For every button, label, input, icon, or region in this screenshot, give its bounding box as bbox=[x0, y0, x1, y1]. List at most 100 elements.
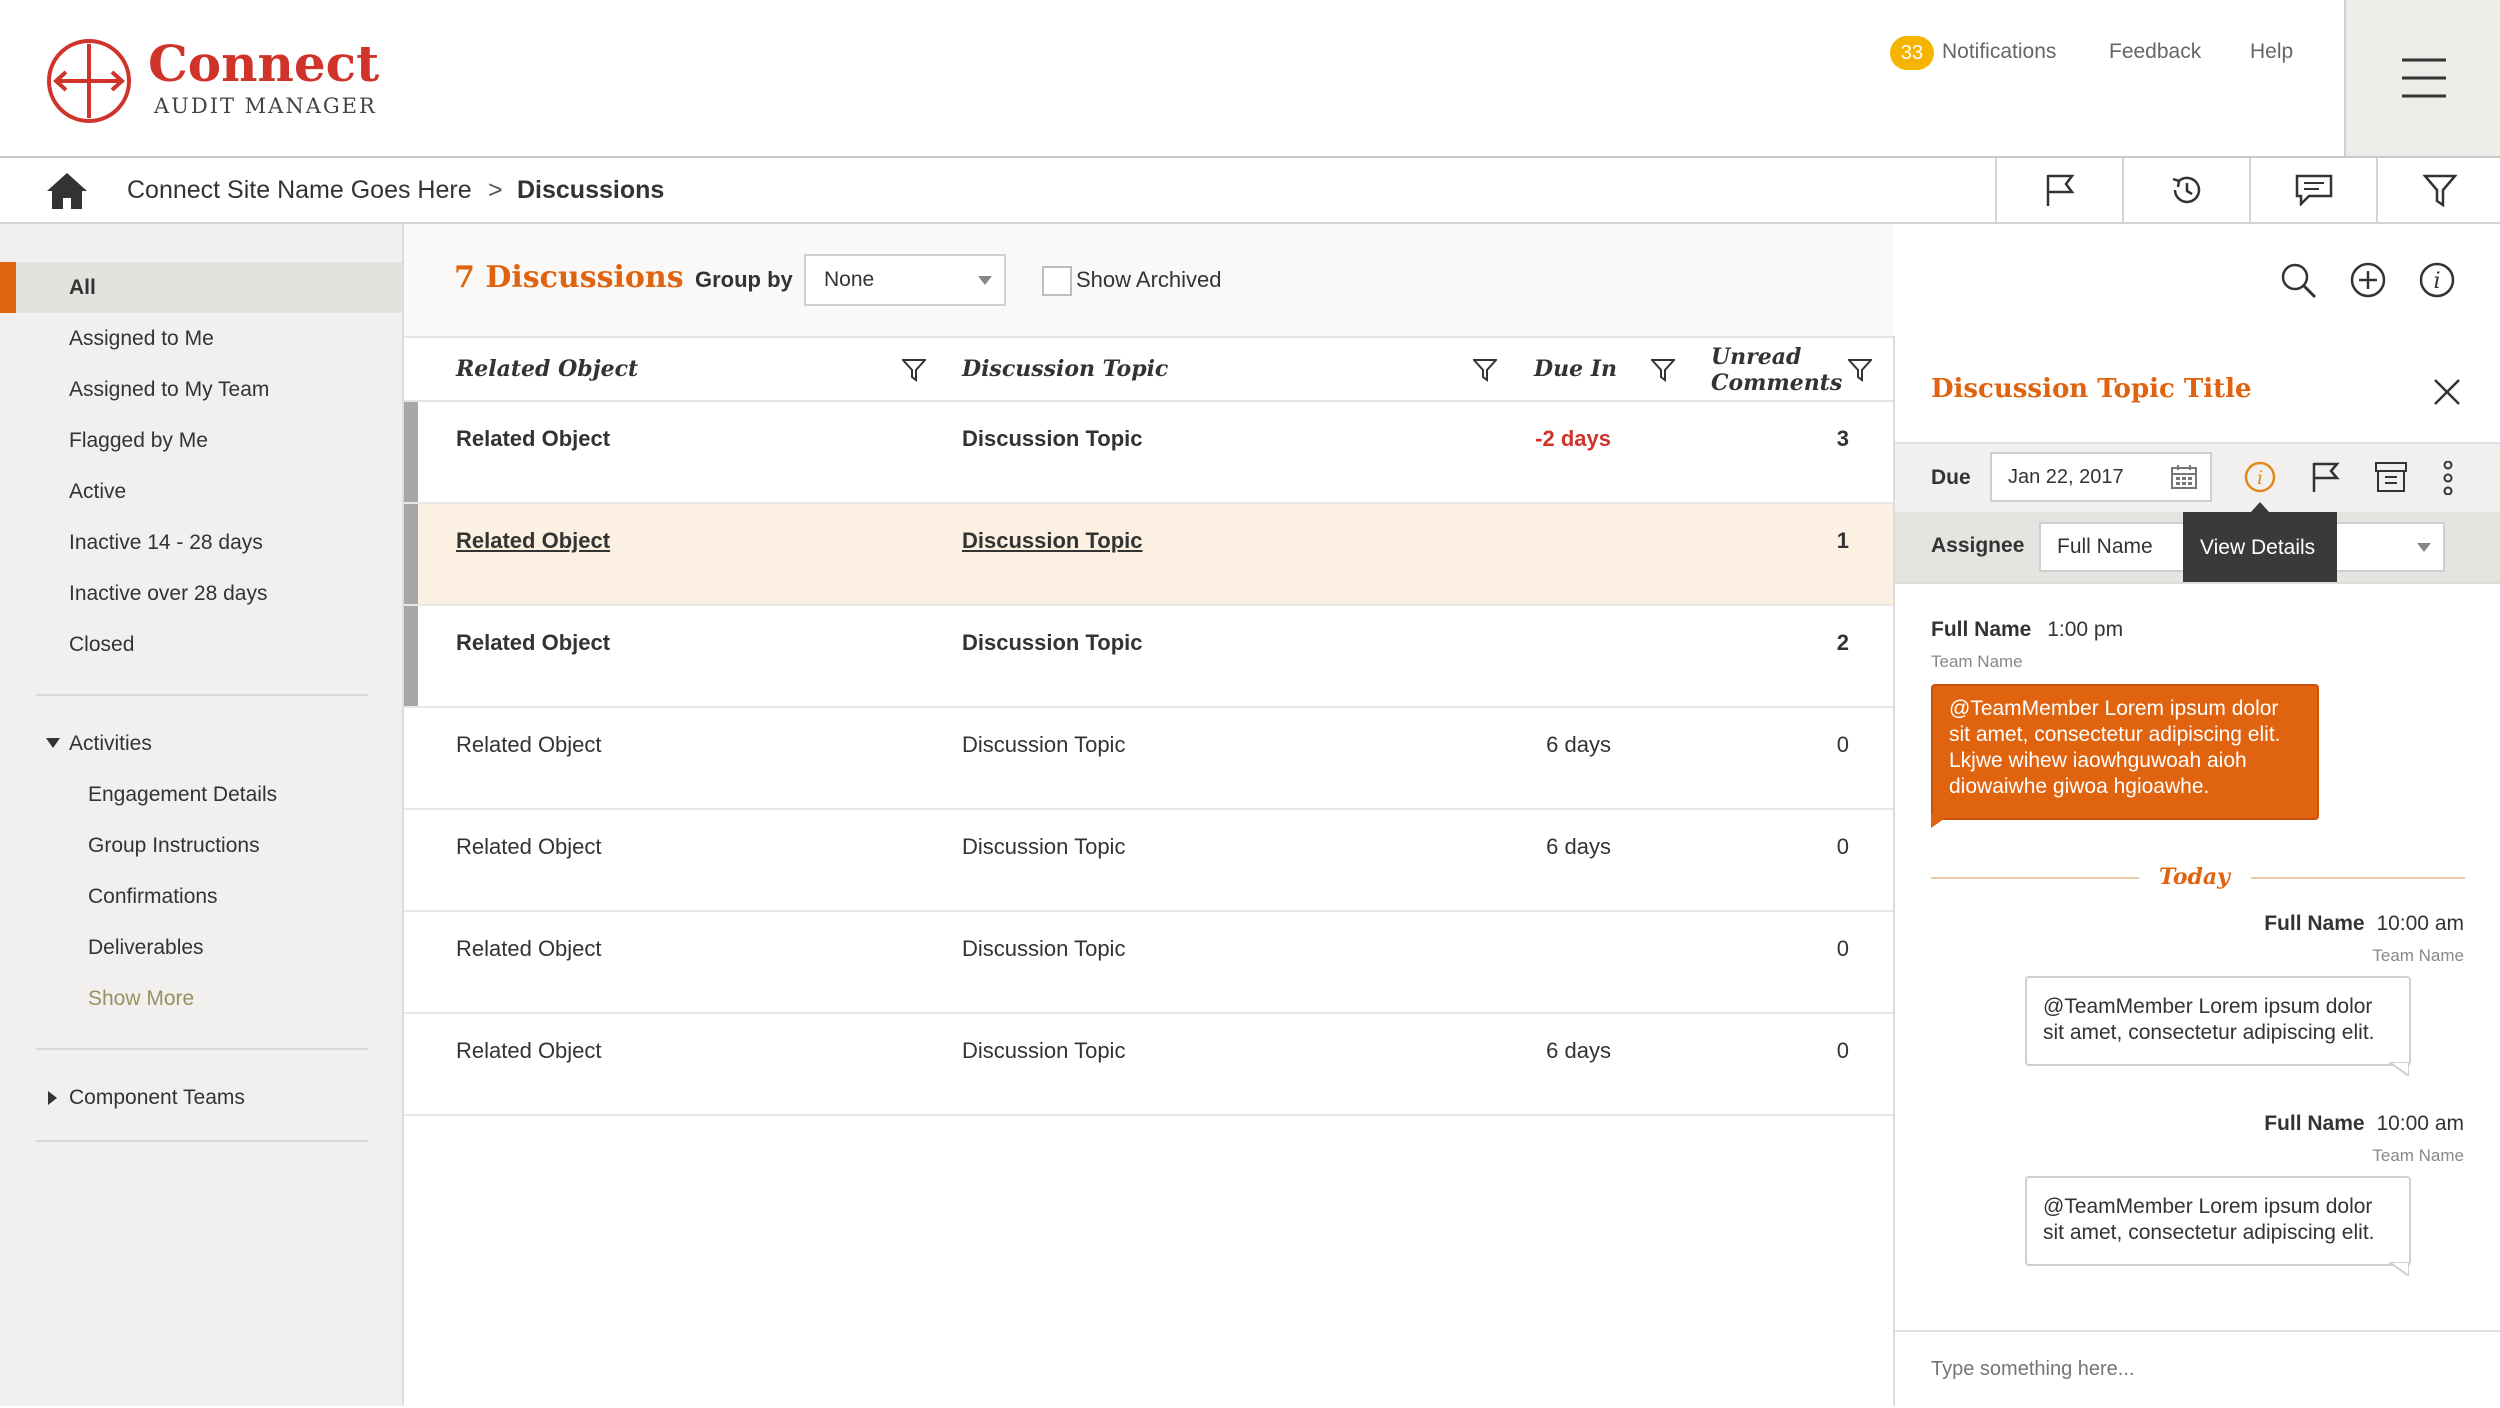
filter-icon bbox=[1473, 359, 1497, 382]
sidebar-item-confirmations[interactable]: Confirmations bbox=[0, 871, 402, 922]
logo[interactable]: Connect AUDIT MANAGER bbox=[148, 34, 379, 118]
notifications-count-badge[interactable]: 33 bbox=[1890, 36, 1934, 70]
history-button[interactable] bbox=[2122, 158, 2250, 222]
sidebar-item-label: Closed bbox=[69, 633, 135, 656]
due-date-input[interactable]: Jan 22, 2017 bbox=[1990, 452, 2212, 502]
hamburger-menu-button[interactable] bbox=[2344, 0, 2500, 156]
sidebar-item-inactive-over-28[interactable]: Inactive over 28 days bbox=[0, 568, 402, 619]
unread-count-cell: 0 bbox=[1836, 1038, 1849, 1063]
author-team: Team Name bbox=[1931, 652, 2023, 671]
sidebar-group-activities[interactable]: Activities bbox=[0, 718, 402, 769]
flag-icon bbox=[2046, 174, 2075, 206]
author-team: Team Name bbox=[2372, 946, 2464, 965]
sidebar-item-label: Group Instructions bbox=[88, 834, 260, 857]
table-row[interactable]: Related Object Discussion Topic 6 days 0 bbox=[404, 708, 1893, 810]
calendar-icon[interactable] bbox=[2170, 464, 2198, 490]
date-divider-line bbox=[1931, 877, 2139, 879]
logo-icon[interactable] bbox=[44, 36, 134, 126]
comments-button[interactable] bbox=[2249, 158, 2377, 222]
filter-icon bbox=[1651, 359, 1675, 382]
show-archived-checkbox[interactable] bbox=[1042, 266, 1072, 296]
column-header-discussion-topic[interactable]: Discussion Topic bbox=[962, 356, 1168, 382]
sidebar-item-label: Deliverables bbox=[88, 936, 204, 959]
sidebar-item-active[interactable]: Active bbox=[0, 466, 402, 517]
view-details-tooltip: View Details bbox=[2183, 502, 2337, 582]
sidebar-divider bbox=[36, 694, 368, 696]
view-details-button[interactable]: i bbox=[2243, 460, 2277, 494]
sidebar-item-assigned-to-my-team[interactable]: Assigned to My Team bbox=[0, 364, 402, 415]
breadcrumb-site-link[interactable]: Connect Site Name Goes Here bbox=[127, 176, 472, 205]
filter-icon bbox=[2423, 174, 2457, 207]
sidebar-item-flagged-by-me[interactable]: Flagged by Me bbox=[0, 415, 402, 466]
table-row[interactable]: Related Object Discussion Topic 2 bbox=[404, 606, 1893, 708]
discussion-topic-cell[interactable]: Discussion Topic bbox=[962, 732, 1125, 758]
hamburger-icon bbox=[2402, 58, 2446, 98]
related-object-cell[interactable]: Related Object bbox=[456, 732, 602, 758]
svg-text:i: i bbox=[2257, 467, 2263, 489]
discussion-topic-cell[interactable]: Discussion Topic bbox=[962, 528, 1143, 554]
close-panel-button[interactable] bbox=[2433, 378, 2461, 406]
table-row[interactable]: Related Object Discussion Topic 6 days 0 bbox=[404, 810, 1893, 912]
search-button[interactable] bbox=[2280, 262, 2318, 300]
add-discussion-button[interactable] bbox=[2349, 261, 2387, 299]
home-icon[interactable] bbox=[46, 172, 88, 210]
discussion-topic-cell[interactable]: Discussion Topic bbox=[962, 936, 1125, 962]
app-header: Connect AUDIT MANAGER 33 Notifications F… bbox=[0, 0, 2500, 158]
flag-button[interactable] bbox=[2311, 461, 2341, 493]
related-object-cell[interactable]: Related Object bbox=[456, 528, 610, 554]
related-object-cell[interactable]: Related Object bbox=[456, 1038, 602, 1064]
column-header-due-in[interactable]: Due In bbox=[1534, 356, 1617, 382]
notifications-link[interactable]: Notifications bbox=[1942, 40, 2056, 64]
info-button[interactable]: i bbox=[2418, 261, 2456, 299]
sidebar-group-component-teams[interactable]: Component Teams bbox=[0, 1072, 402, 1123]
due-in-cell: 6 days bbox=[1546, 834, 1611, 859]
close-icon bbox=[2434, 379, 2460, 405]
sidebar-item-group-instructions[interactable]: Group Instructions bbox=[0, 820, 402, 871]
unread-count-cell: 2 bbox=[1836, 630, 1849, 655]
related-object-cell[interactable]: Related Object bbox=[456, 936, 602, 962]
related-object-cell[interactable]: Related Object bbox=[456, 630, 610, 656]
filter-due-in-button[interactable] bbox=[1651, 358, 1675, 382]
filter-unread-button[interactable] bbox=[1848, 358, 1872, 382]
show-archived-label: Show Archived bbox=[1076, 267, 1222, 292]
help-link[interactable]: Help bbox=[2250, 40, 2293, 64]
sidebar-show-more-link[interactable]: Show More bbox=[0, 973, 402, 1024]
message-input[interactable] bbox=[1929, 1348, 2473, 1390]
filter-discussion-topic-button[interactable] bbox=[1473, 358, 1497, 382]
feedback-link[interactable]: Feedback bbox=[2109, 40, 2201, 64]
message-text: @TeamMember Lorem ipsum dolor sit amet, … bbox=[1949, 697, 2281, 798]
more-options-button[interactable] bbox=[2442, 461, 2454, 495]
sidebar-item-all[interactable]: All bbox=[0, 262, 402, 313]
sidebar-item-inactive-14-28[interactable]: Inactive 14 - 28 days bbox=[0, 517, 402, 568]
due-label: Due bbox=[1931, 466, 1971, 489]
group-by-select[interactable]: None bbox=[804, 254, 1006, 306]
sidebar-item-engagement-details[interactable]: Engagement Details bbox=[0, 769, 402, 820]
flag-filter-button[interactable] bbox=[1995, 158, 2123, 222]
sidebar-item-label: Assigned to My Team bbox=[69, 378, 270, 401]
filter-button[interactable] bbox=[2376, 158, 2500, 222]
assignee-value: Full Name bbox=[2057, 535, 2153, 558]
sidebar-item-label: Inactive over 28 days bbox=[69, 582, 268, 605]
sidebar-divider bbox=[36, 1140, 368, 1142]
column-header-unread-line2[interactable]: Comments bbox=[1711, 370, 1842, 396]
discussion-topic-cell[interactable]: Discussion Topic bbox=[962, 1038, 1125, 1064]
sidebar-item-closed[interactable]: Closed bbox=[0, 619, 402, 670]
related-object-cell[interactable]: Related Object bbox=[456, 834, 602, 860]
sidebar-item-deliverables[interactable]: Deliverables bbox=[0, 922, 402, 973]
discussion-topic-cell[interactable]: Discussion Topic bbox=[962, 834, 1125, 860]
sidebar-item-assigned-to-me[interactable]: Assigned to Me bbox=[0, 313, 402, 364]
discussion-topic-cell[interactable]: Discussion Topic bbox=[962, 630, 1143, 656]
archive-button[interactable] bbox=[2374, 461, 2408, 493]
info-icon: i bbox=[2419, 262, 2455, 298]
column-header-related-object[interactable]: Related Object bbox=[456, 356, 638, 382]
table-row[interactable]: Related Object Discussion Topic 6 days 0 bbox=[404, 1014, 1893, 1116]
unread-indicator bbox=[404, 606, 418, 706]
filter-related-object-button[interactable] bbox=[902, 358, 926, 382]
discussion-topic-cell[interactable]: Discussion Topic bbox=[962, 426, 1143, 452]
table-row[interactable]: Related Object Discussion Topic -2 days … bbox=[404, 402, 1893, 504]
table-row-selected[interactable]: Related Object Discussion Topic 1 bbox=[404, 504, 1893, 606]
group-by-value: None bbox=[824, 268, 875, 291]
table-row[interactable]: Related Object Discussion Topic 0 bbox=[404, 912, 1893, 1014]
related-object-cell[interactable]: Related Object bbox=[456, 426, 610, 452]
column-header-unread-line1[interactable]: Unread bbox=[1711, 344, 1801, 370]
